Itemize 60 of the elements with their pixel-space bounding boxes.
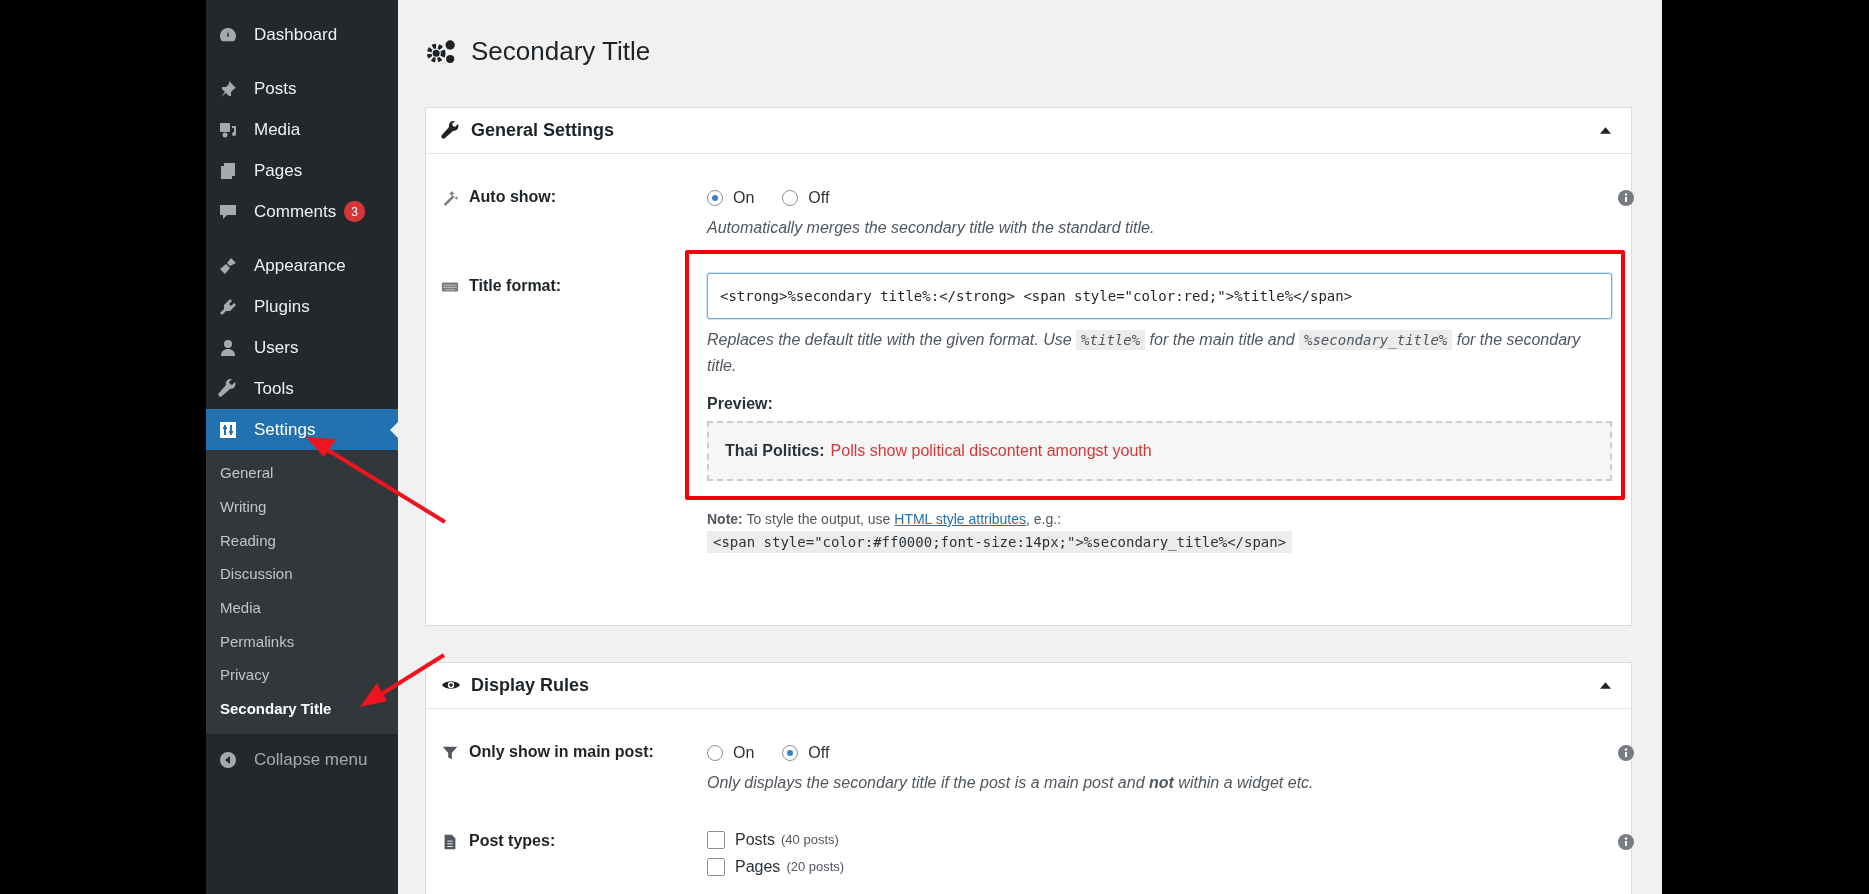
checkbox-label[interactable]: Posts [735,830,775,849]
post-count: (20 posts) [786,859,845,875]
person-icon [218,337,238,358]
menu-item[interactable]: Media [206,109,398,150]
info-icon[interactable] [1618,190,1634,206]
wrench-icon [441,120,461,141]
setting-label: Only show in main post: [469,742,654,761]
sliders-icon [218,419,238,440]
menu-item[interactable]: Plugins [206,286,398,327]
code-example: <span style="color:#ff0000;font-size:14px;">%secondary_title%</span> [707,530,1293,553]
setting-label: Auto show: [469,188,557,206]
radio-label[interactable]: Off [808,189,830,207]
preview-title: Polls show political discontent amongst youth [830,441,1152,460]
panel-title: Display Rules [471,674,591,696]
radio-label[interactable]: Off [808,743,830,762]
page-title: Secondary Title [471,36,651,67]
menu-item[interactable]: Comments 3 [206,191,398,232]
info-icon[interactable] [1618,744,1634,761]
collapse-menu-button[interactable]: Collapse menu [206,739,398,781]
count-badge: 3 [344,201,366,222]
menu-item[interactable]: Users [206,327,398,368]
submenu-item[interactable]: Secondary Title [206,691,398,726]
post-count: (40 posts) [781,832,839,848]
radio-label[interactable]: On [733,189,755,207]
wrench-icon [218,378,238,399]
pushpin-icon [218,78,238,99]
submenu-item[interactable]: Permalinks [206,624,398,659]
radio-label[interactable]: On [733,743,755,762]
info-icon[interactable] [1618,833,1634,850]
paintbrush-icon [218,255,238,276]
menu-item[interactable]: Settings [206,409,398,450]
setting-label: Title format: [469,276,562,295]
setting-description: Replaces the default title with the given format. Use %title% for the main title and %secondary_title% for the secondary title. [707,328,1582,376]
magic-wand-icon [441,189,459,207]
checkbox-label[interactable]: Pages [735,857,781,876]
note-text: Note: To style the output, use HTML style attributes, e.g.: [707,510,1063,527]
preview-label: Preview: [707,394,774,413]
pages-icon [218,160,238,181]
setting-description: Only displays the secondary title if the post is a main post and not within a widget etc. [707,772,1315,793]
submenu-item[interactable]: Privacy [206,658,398,692]
submenu-item[interactable]: General [206,456,398,490]
preview-secondary-title: Thai Politics: [725,441,825,460]
caret-up-icon[interactable] [1600,126,1611,135]
submenu-item[interactable]: Media [206,590,398,625]
submenu-item[interactable]: Reading [206,523,398,558]
plug-icon [218,296,238,317]
setting-label: Post types: [469,831,556,850]
checkbox[interactable] [707,857,725,876]
title-format-input[interactable]: <strong>%secondary_title%:</strong> <span style="color:red;">%title%</span> [707,272,1612,319]
setting-description: Automatically merges the secondary title with the standard title. [707,218,1156,238]
submenu-item[interactable]: Discussion [206,557,398,591]
menu-item[interactable]: Dashboard [206,14,398,55]
menu-item[interactable]: Pages [206,150,398,191]
menu-item[interactable]: Appearance [206,245,398,286]
submenu-item[interactable]: Writing [206,489,398,524]
caret-up-icon[interactable] [1600,680,1611,690]
menu-item[interactable]: Posts [206,68,398,109]
menu-item[interactable]: Tools [206,368,398,409]
checkbox[interactable] [707,830,725,849]
panel-title: General Settings [471,120,616,141]
